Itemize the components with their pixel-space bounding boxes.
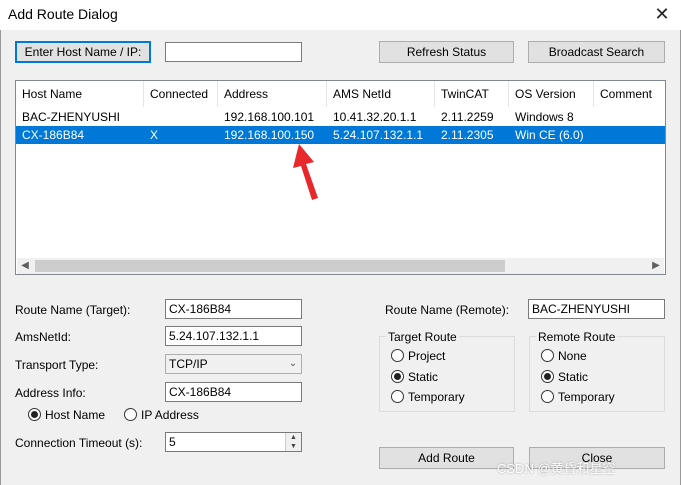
scrollbar-thumb[interactable] <box>35 260 505 272</box>
route-list[interactable]: Host Name Connected Address AMS NetId Tw… <box>15 80 666 275</box>
amsnetid-label: AmsNetId: <box>15 330 72 344</box>
annotation-arrow-icon <box>293 144 318 200</box>
column-header-comment[interactable]: Comment <box>594 81 665 107</box>
cell-ams-netid: 10.41.32.20.1.1 <box>333 110 417 124</box>
chevron-down-icon: ⌄ <box>288 358 298 369</box>
remote-none-radio[interactable] <box>541 349 554 362</box>
cell-host-name: CX-186B84 <box>22 128 85 142</box>
close-icon[interactable]: ✕ <box>650 2 674 26</box>
connection-timeout-value: 5 <box>169 435 176 449</box>
cell-ams-netid: 5.24.107.132.1.1 <box>333 128 424 142</box>
scroll-right-icon[interactable]: ▶ <box>648 258 664 274</box>
cell-comment <box>594 108 665 126</box>
cell-twincat: 2.11.2305 <box>441 128 494 142</box>
column-header-os-version[interactable]: OS Version <box>509 81 594 107</box>
route-name-target-input[interactable]: CX-186B84 <box>165 299 302 319</box>
transport-type-label: Transport Type: <box>15 358 99 372</box>
horizontal-scrollbar[interactable]: ◀ ▶ <box>17 258 664 274</box>
broadcast-search-button[interactable]: Broadcast Search <box>528 41 665 63</box>
refresh-status-button[interactable]: Refresh Status <box>379 41 514 63</box>
route-name-remote-label: Route Name (Remote): <box>385 303 510 317</box>
address-info-input[interactable]: CX-186B84 <box>165 382 302 402</box>
host-name-radio-label: Host Name <box>45 408 106 422</box>
watermark: CSDN @黄昏和星空 <box>497 461 616 476</box>
ip-address-radio[interactable] <box>124 408 137 421</box>
target-static-label: Static <box>408 370 439 384</box>
ip-address-radio-label: IP Address <box>141 408 199 422</box>
cell-connected <box>144 108 218 126</box>
host-ip-input[interactable] <box>165 42 302 62</box>
cell-connected: X <box>150 128 159 142</box>
connection-timeout-label: Connection Timeout (s): <box>15 436 143 450</box>
target-temporary-radio[interactable] <box>391 390 404 403</box>
transport-type-select[interactable]: TCP/IP ⌄ <box>165 354 302 374</box>
target-static-radio[interactable] <box>391 370 404 383</box>
remote-route-title: Remote Route <box>536 330 618 344</box>
target-project-label: Project <box>408 349 446 363</box>
column-header-ams-netid[interactable]: AMS NetId <box>327 81 435 107</box>
target-temporary-label: Temporary <box>408 390 465 404</box>
route-name-remote-input[interactable]: BAC-ZHENYUSHI <box>528 299 665 319</box>
add-route-button[interactable]: Add Route <box>379 447 514 469</box>
cell-address: 192.168.100.101 <box>224 110 315 124</box>
spin-buttons[interactable]: ▲ ▼ <box>285 433 301 451</box>
cell-os-version: Windows 8 <box>515 110 574 124</box>
amsnetid-input[interactable]: 5.24.107.132.1.1 <box>165 326 302 346</box>
connection-timeout-stepper[interactable]: 5 ▲ ▼ <box>165 432 302 452</box>
spin-up-icon[interactable]: ▲ <box>286 433 301 442</box>
window-title: Add Route Dialog <box>8 6 118 22</box>
column-header-twincat[interactable]: TwinCAT <box>435 81 509 107</box>
address-info-label: Address Info: <box>15 386 86 400</box>
host-name-radio[interactable] <box>28 408 41 421</box>
enter-host-button[interactable]: Enter Host Name / IP: <box>15 41 151 63</box>
column-header-connected[interactable]: Connected <box>144 81 218 107</box>
transport-type-value: TCP/IP <box>169 357 208 371</box>
target-project-radio[interactable] <box>391 349 404 362</box>
table-row-selected[interactable]: CX-186B84 X 192.168.100.150 5.24.107.132… <box>16 126 665 144</box>
route-name-target-label: Route Name (Target): <box>15 303 131 317</box>
target-route-title: Target Route <box>386 330 459 344</box>
table-row[interactable]: BAC-ZHENYUSHI 192.168.100.101 10.41.32.2… <box>16 108 665 126</box>
remote-temporary-label: Temporary <box>558 390 615 404</box>
scroll-left-icon[interactable]: ◀ <box>17 258 33 274</box>
remote-temporary-radio[interactable] <box>541 390 554 403</box>
cell-host-name: BAC-ZHENYUSHI <box>22 110 121 124</box>
cell-twincat: 2.11.2259 <box>441 110 494 124</box>
column-header-host-name[interactable]: Host Name <box>16 81 144 107</box>
remote-none-label: None <box>558 349 587 363</box>
cell-comment <box>594 126 665 144</box>
remote-static-radio[interactable] <box>541 370 554 383</box>
cell-os-version: Win CE (6.0) <box>515 128 584 142</box>
spin-down-icon[interactable]: ▼ <box>286 442 301 451</box>
remote-static-label: Static <box>558 370 589 384</box>
column-header-address[interactable]: Address <box>218 81 327 107</box>
